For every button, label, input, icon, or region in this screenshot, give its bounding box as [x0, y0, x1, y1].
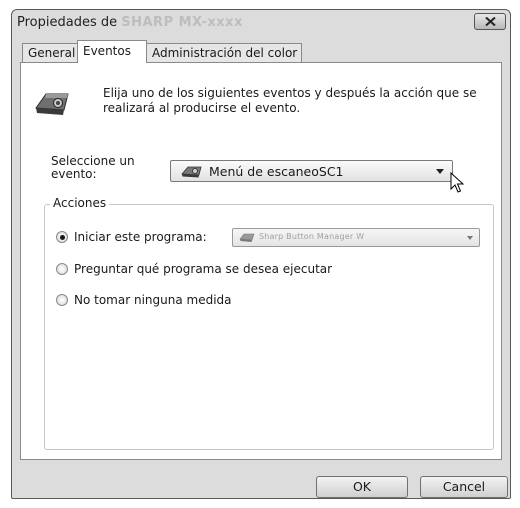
scanner-icon [34, 88, 72, 121]
ok-button[interactable]: OK [316, 476, 408, 498]
event-select-label: Seleccione un evento: [51, 154, 135, 181]
radio-label: Preguntar qué programa se desea ejecutar [74, 262, 333, 276]
title-prefix: Propiedades de [17, 15, 118, 30]
cancel-button[interactable]: Cancel [420, 476, 508, 498]
chevron-down-icon [436, 169, 444, 174]
radio-button[interactable] [56, 231, 68, 243]
event-select-value: Menú de escaneoSC1 [209, 164, 344, 179]
close-button[interactable] [474, 13, 506, 30]
tab-general[interactable]: General [22, 43, 78, 62]
radio-label: Iniciar este programa: [74, 230, 207, 244]
program-select[interactable]: Sharp Button Manager W [232, 228, 480, 247]
window-title: Propiedades de SHARP MX-xxxx [17, 15, 243, 30]
scanner-icon [181, 164, 203, 182]
tab-color-management[interactable]: Administración del color [146, 43, 302, 62]
mouse-cursor-icon [450, 171, 465, 197]
title-device-name: SHARP MX-xxxx [121, 15, 243, 30]
program-select-value: Sharp Button Manager W [259, 232, 365, 241]
intro-text: Elija uno de los siguientes eventos y de… [103, 86, 477, 115]
scanner-icon [239, 232, 255, 246]
tab-eventos[interactable]: Eventos [77, 40, 147, 63]
radio-label: No tomar ninguna medida [74, 293, 232, 307]
radio-button[interactable] [56, 263, 68, 275]
event-select[interactable]: Menú de escaneoSC1 [170, 160, 453, 182]
close-icon [485, 17, 496, 26]
actions-group-label: Acciones [50, 196, 110, 210]
title-bar: Propiedades de SHARP MX-xxxx [12, 10, 510, 36]
radio-button[interactable] [56, 294, 68, 306]
chevron-down-icon [467, 236, 473, 240]
